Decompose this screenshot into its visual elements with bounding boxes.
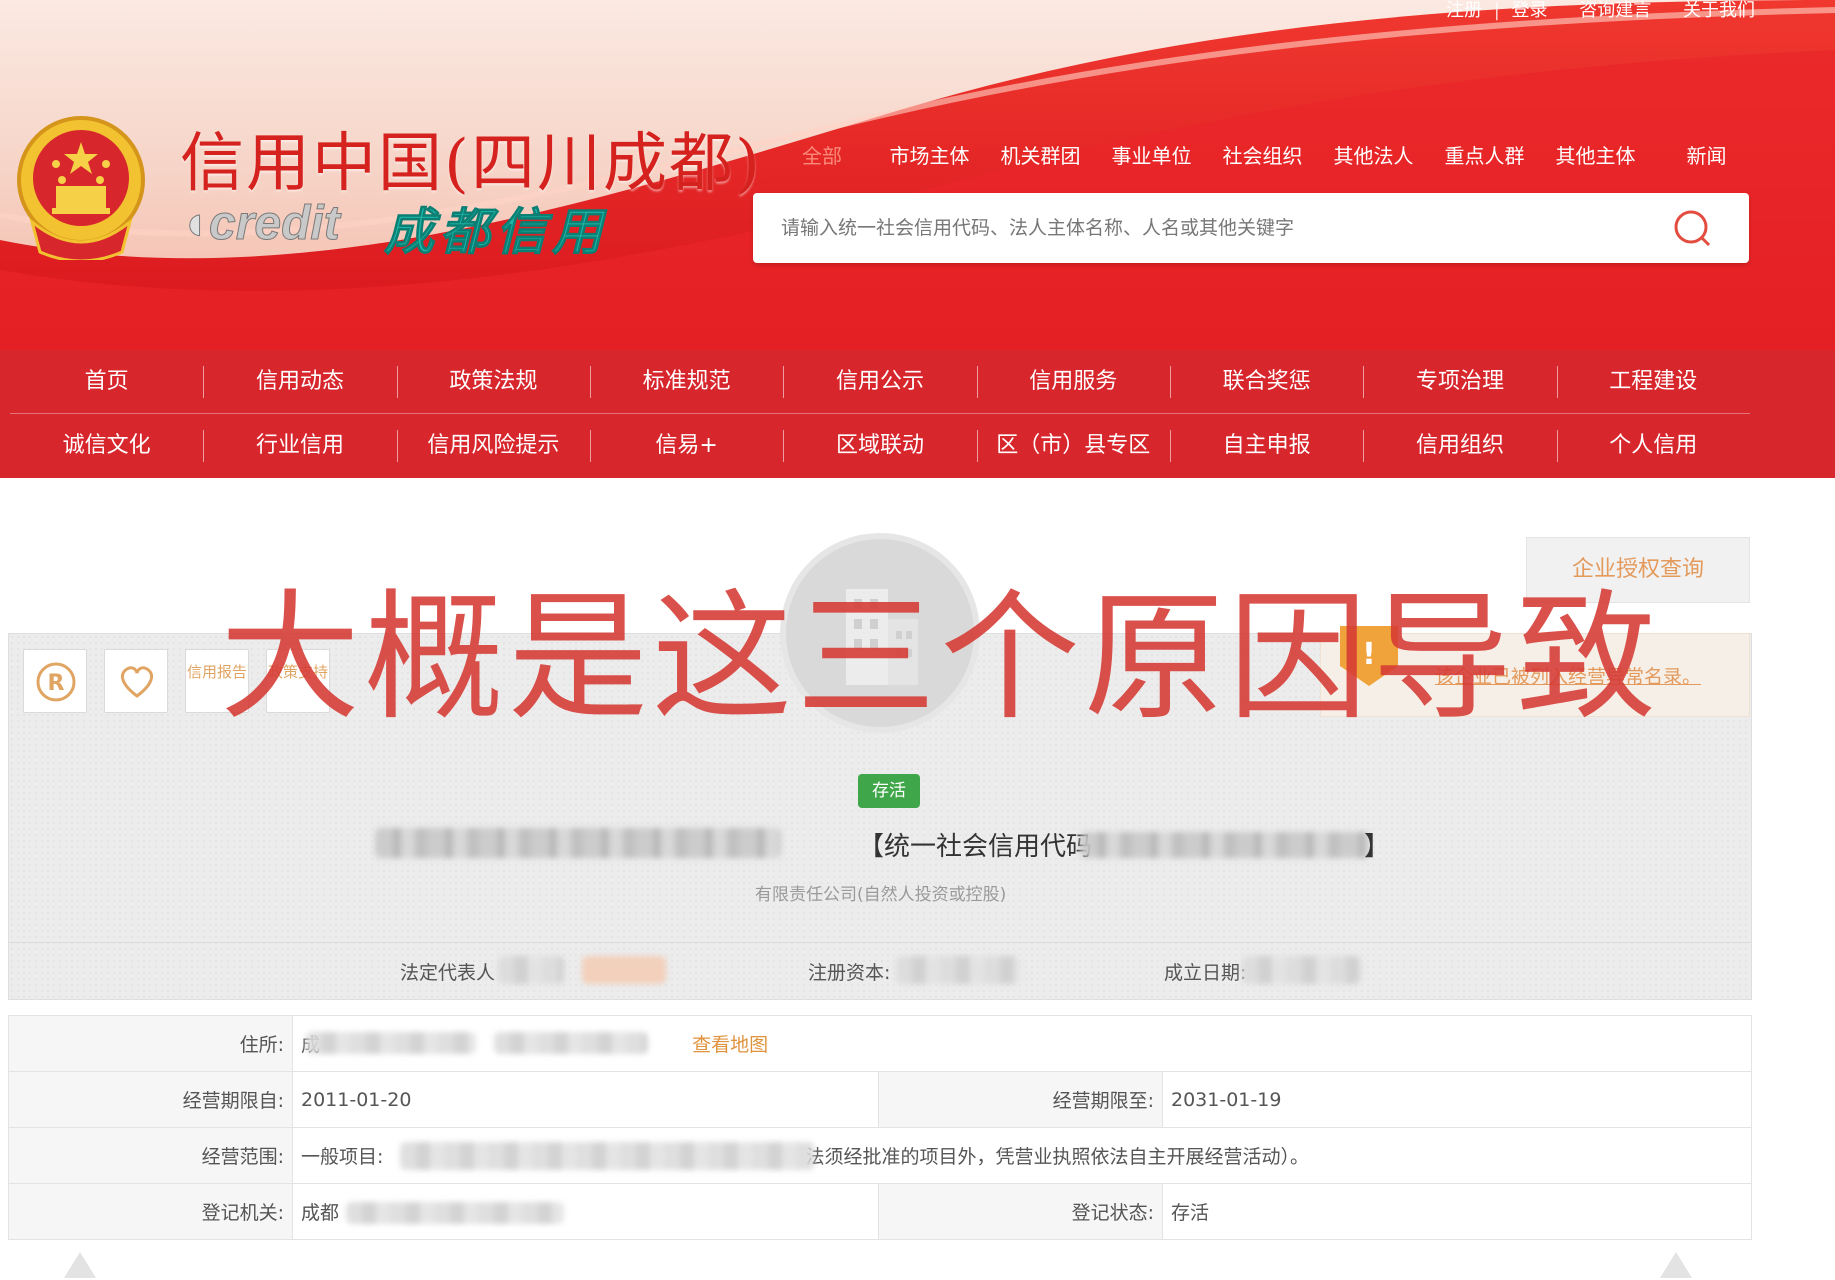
nav-credit-organizations[interactable]: 信用组织 — [1363, 414, 1556, 478]
chengdu-credit-logo: 成都信用 — [384, 202, 608, 262]
swoosh-icon: ◖ — [180, 197, 210, 251]
redacted-credit-code — [1080, 832, 1370, 858]
redacted-legal-rep-link — [582, 956, 666, 984]
registration-authority-label: 登记机关: — [8, 1183, 293, 1240]
table-row: 住所: 成 查看地图 — [8, 1015, 1752, 1072]
top-links: 注册 | 登录 咨询建言 关于我们 — [1440, 0, 1755, 22]
term-from-label: 经营期限自: — [8, 1071, 293, 1128]
header-banner: 注册 | 登录 咨询建言 关于我们 信用中国(四川成都) ◖credit 成都信… — [0, 0, 1835, 352]
nav-regional-linkage[interactable]: 区域联动 — [783, 414, 976, 478]
redacted-legal-rep — [498, 956, 564, 984]
search-input[interactable] — [781, 193, 1641, 263]
search-icon[interactable] — [1673, 209, 1711, 247]
tab-public-institutions[interactable]: 事业单位 — [1096, 140, 1207, 169]
redacted-address-2 — [494, 1032, 648, 1054]
credit-logo: ◖credit — [180, 196, 341, 251]
nav-row-1: 首页 信用动态 政策法规 标准规范 信用公示 信用服务 联合奖惩 专项治理 工程… — [10, 350, 1750, 414]
heart-icon — [120, 666, 154, 698]
term-from-value: 2011-01-20 — [292, 1071, 879, 1128]
tab-all[interactable]: 全部 — [770, 140, 874, 169]
address-label: 住所: — [8, 1015, 293, 1072]
status-badge: 存活 — [858, 774, 920, 808]
suggestion-link[interactable]: 咨询建言 — [1579, 0, 1651, 21]
about-link[interactable]: 关于我们 — [1683, 0, 1755, 21]
credit-code-close: 】 — [1364, 832, 1391, 862]
page: 注册 | 登录 咨询建言 关于我们 信用中国(四川成都) ◖credit 成都信… — [0, 0, 1835, 1280]
category-tabs: 全部 市场主体 机关群团 事业单位 社会组织 其他法人 重点人群 其他主体 新闻 — [770, 140, 1762, 169]
redacted-address-1 — [306, 1032, 476, 1054]
table-row: 登记机关: 成都 登记状态: 存活 — [8, 1183, 1752, 1240]
tab-other-legal-persons[interactable]: 其他法人 — [1318, 140, 1429, 169]
tab-social-organizations[interactable]: 社会组织 — [1207, 140, 1318, 169]
nav-special-governance[interactable]: 专项治理 — [1363, 350, 1556, 414]
trademark-icon: R — [36, 662, 76, 702]
redacted-capital — [896, 956, 1020, 984]
credit-logo-text: credit — [209, 197, 341, 251]
founded-label: 成立日期: — [1164, 962, 1247, 984]
scroll-left-arrow-icon[interactable] — [64, 1252, 96, 1278]
view-map-link[interactable]: 查看地图 — [692, 1034, 768, 1056]
registration-status-value: 存活 — [1162, 1183, 1752, 1240]
tab-key-groups[interactable]: 重点人群 — [1429, 140, 1540, 169]
redacted-company-name — [375, 828, 781, 858]
register-link[interactable]: 注册 — [1446, 0, 1482, 21]
redacted-authority — [346, 1202, 564, 1224]
nav-district-zone[interactable]: 区（市）县专区 — [976, 414, 1170, 478]
tab-party-groups[interactable]: 机关群团 — [985, 140, 1096, 169]
nav-home[interactable]: 首页 — [10, 350, 203, 414]
nav-engineering[interactable]: 工程建设 — [1556, 350, 1750, 414]
nav-standards[interactable]: 标准规范 — [589, 350, 783, 414]
nav-joint-rewards[interactable]: 联合奖惩 — [1169, 350, 1363, 414]
tab-news[interactable]: 新闻 — [1651, 140, 1762, 169]
site-title: 信用中国(四川成都) — [180, 127, 762, 201]
legal-rep-label: 法定代表人 — [400, 962, 496, 984]
authority-prefix: 成都 — [301, 1202, 340, 1224]
nav-self-declaration[interactable]: 自主申报 — [1169, 414, 1363, 478]
nav-risk-alerts[interactable]: 信用风险提示 — [396, 414, 590, 478]
redacted-founded-date — [1242, 956, 1360, 984]
registration-status-label: 登记状态: — [878, 1183, 1163, 1240]
company-info-table: 住所: 成 查看地图 经营期限自: 2011-01-20 经营期限至: 2031… — [8, 1015, 1752, 1240]
nav-credit-services[interactable]: 信用服务 — [976, 350, 1170, 414]
table-row: 经营范围: 一般项目: 法须经批准的项目外，凭营业执照依法自主开展经营活动）。 — [8, 1127, 1752, 1184]
main-nav: 首页 信用动态 政策法规 标准规范 信用公示 信用服务 联合奖惩 专项治理 工程… — [0, 350, 1835, 478]
nav-integrity-culture[interactable]: 诚信文化 — [10, 414, 203, 478]
svg-text:R: R — [48, 671, 65, 696]
nav-credit-publicity[interactable]: 信用公示 — [783, 350, 976, 414]
capital-label: 注册资本: — [808, 962, 891, 984]
nav-industry-credit[interactable]: 行业信用 — [203, 414, 396, 478]
divider — [9, 942, 1751, 943]
nav-xinyi-plus[interactable]: 信易+ — [589, 414, 783, 478]
scope-suffix: 法须经批准的项目外，凭营业执照依法自主开展经营活动）。 — [805, 1146, 1310, 1168]
tab-market-entity[interactable]: 市场主体 — [874, 140, 985, 169]
favorite-button[interactable] — [104, 649, 168, 713]
search-box — [753, 193, 1749, 263]
credit-code-label: 【统一社会信用代码 — [858, 832, 1093, 862]
nav-personal-credit[interactable]: 个人信用 — [1556, 414, 1750, 478]
redacted-business-scope — [400, 1142, 814, 1170]
nav-row-2: 诚信文化 行业信用 信用风险提示 信易+ 区域联动 区（市）县专区 自主申报 信… — [10, 414, 1750, 478]
login-link[interactable]: 登录 — [1512, 0, 1548, 21]
nav-credit-news[interactable]: 信用动态 — [203, 350, 396, 414]
national-emblem-icon — [17, 116, 145, 260]
tab-other-entities[interactable]: 其他主体 — [1540, 140, 1651, 169]
term-to-value: 2031-01-19 — [1162, 1071, 1752, 1128]
separator: | — [1493, 0, 1500, 21]
nav-policies[interactable]: 政策法规 — [396, 350, 590, 414]
scroll-right-arrow-icon[interactable] — [1660, 1252, 1692, 1278]
overlay-caption: 大概是这三个原因导致 — [220, 577, 1661, 740]
business-scope-label: 经营范围: — [8, 1127, 293, 1184]
scope-prefix: 一般项目: — [301, 1146, 384, 1168]
company-type: 有限责任公司(自然人投资或控股) — [755, 885, 1007, 905]
table-row: 经营期限自: 2011-01-20 经营期限至: 2031-01-19 — [8, 1071, 1752, 1128]
term-to-label: 经营期限至: — [878, 1071, 1163, 1128]
trademark-button[interactable]: R — [23, 649, 87, 713]
